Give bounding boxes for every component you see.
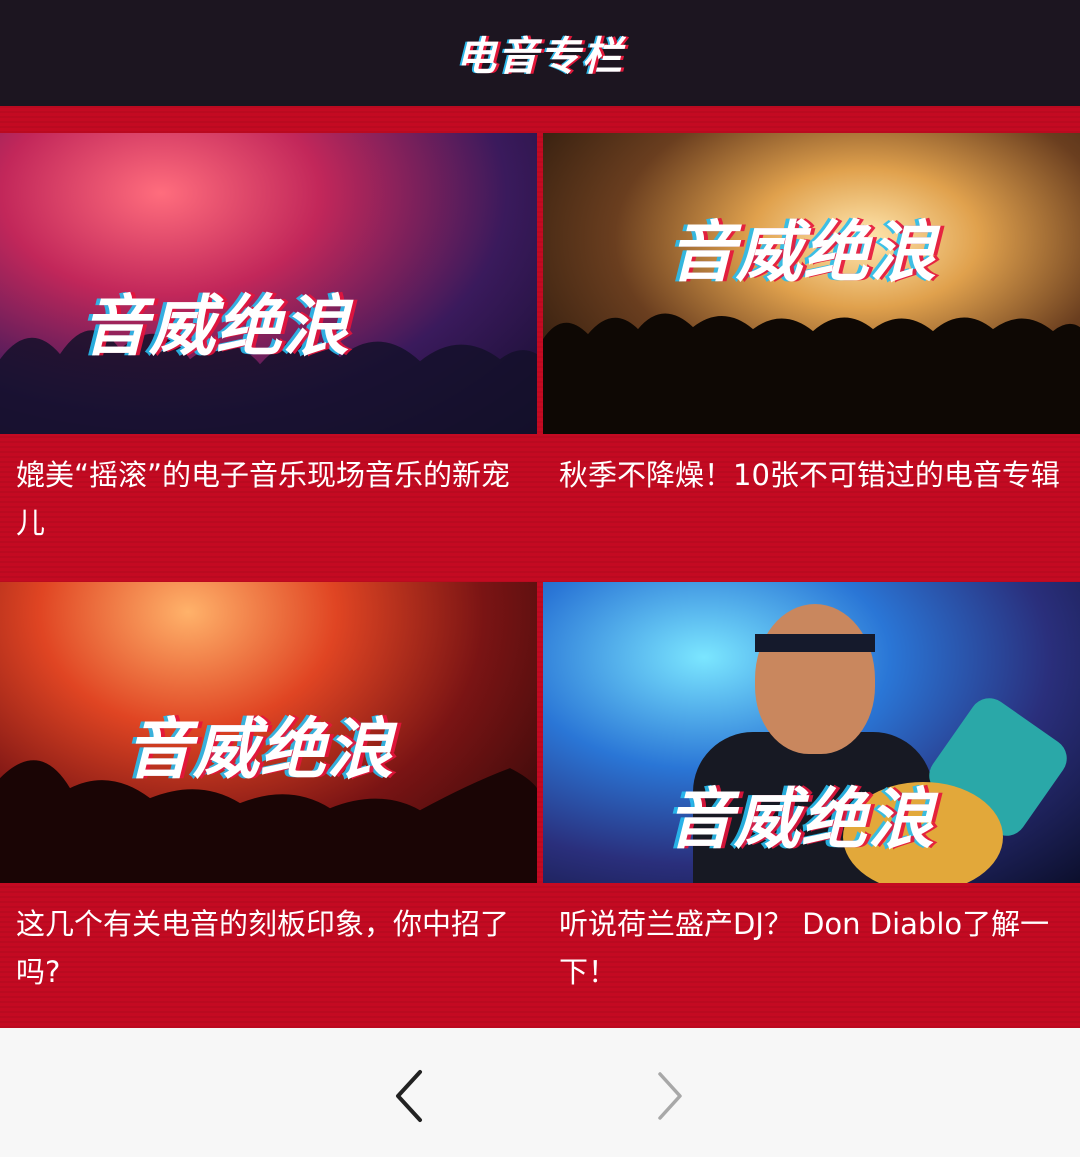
article-thumbnail[interactable]: 音威绝浪	[543, 133, 1080, 434]
page-title: 电音专栏	[456, 34, 624, 80]
previous-button[interactable]	[380, 1066, 440, 1126]
headband	[755, 634, 875, 652]
article-thumbnail[interactable]: 音威绝浪	[0, 133, 537, 434]
brand-logo: 音威绝浪	[82, 288, 350, 365]
article-grid: 音威绝浪 媲美“摇滚”的电子音乐现场音乐的新宠儿 音威绝浪 秋季不降燥！10张不…	[0, 106, 1080, 1028]
article-title[interactable]: 媲美“摇滚”的电子音乐现场音乐的新宠儿	[16, 451, 526, 547]
page: 电音专栏 音威绝浪 媲美“摇滚”的电子音乐现场音乐的新宠儿 音威绝浪 秋季不降燥…	[0, 0, 1080, 1157]
chevron-right-icon	[658, 1072, 682, 1120]
brand-logo: 音威绝浪	[667, 781, 935, 858]
brand-logo: 音威绝浪	[669, 214, 937, 291]
dj-head	[755, 604, 875, 754]
pagination-bar	[0, 1028, 1080, 1157]
crowd-silhouette	[543, 313, 1080, 434]
brand-logo: 音威绝浪	[126, 711, 394, 788]
header: 电音专栏	[0, 0, 1080, 106]
next-button[interactable]	[640, 1066, 700, 1126]
article-title[interactable]: 秋季不降燥！10张不可错过的电音专辑	[559, 451, 1069, 499]
article-title[interactable]: 这几个有关电音的刻板印象，你中招了吗?	[16, 900, 526, 996]
article-title[interactable]: 听说荷兰盛产DJ？ Don Diablo了解一下！	[559, 900, 1069, 996]
article-thumbnail[interactable]: 音威绝浪	[543, 582, 1080, 883]
article-thumbnail[interactable]: 音威绝浪	[0, 582, 537, 883]
chevron-left-icon	[396, 1070, 422, 1122]
